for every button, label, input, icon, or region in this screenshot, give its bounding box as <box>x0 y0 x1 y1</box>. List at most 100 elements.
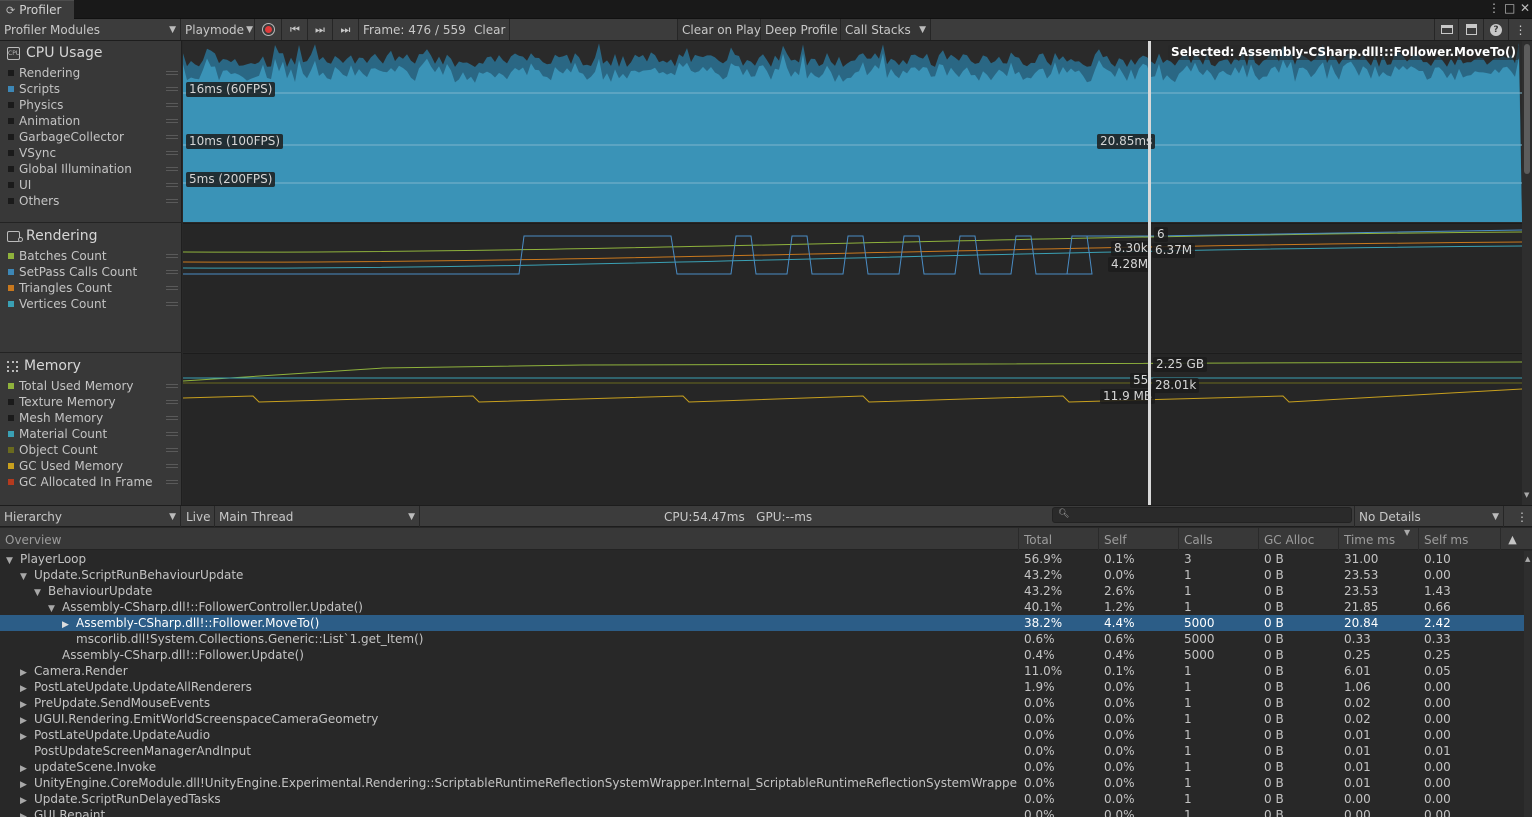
column-total[interactable]: Total <box>1018 528 1098 550</box>
table-row[interactable]: ▶ PostLateUpdate.UpdateAudio 0.0% 0.0% 1 0 B0… <box>0 727 1524 743</box>
table-row[interactable]: ▶ Camera.Render 11.0% 0.1% 1 0 B 6.01 0.05 <box>0 663 1524 679</box>
table-row[interactable]: ▶ UGUI.Rendering.EmitWorldScreenspaceCame… <box>0 711 1524 727</box>
drag-handle-icon[interactable] <box>166 254 178 258</box>
table-row[interactable]: mscorlib.dll!System.Collections.Generic:… <box>0 631 1524 647</box>
table-row[interactable]: ▼ BehaviourUpdate 43.2% 2.6% 1 0 B 23.53 1.43 <box>0 583 1524 599</box>
rendering-legend-item[interactable]: Triangles Count <box>0 280 182 296</box>
deep-profile-toggle[interactable]: Deep Profile <box>761 19 841 40</box>
cpu-legend-item[interactable]: Others <box>0 193 182 209</box>
scroll-down-icon[interactable]: ▼ <box>1524 491 1529 499</box>
drag-handle-icon[interactable] <box>166 183 178 187</box>
live-toggle[interactable]: Live <box>182 506 215 527</box>
profiler-window-tab[interactable]: ⟳ Profiler <box>0 0 74 19</box>
memory-module[interactable]: Memory Total Used Memory Texture Memory Me… <box>0 354 182 490</box>
charts-scrollbar-thumb[interactable] <box>1524 44 1530 174</box>
memory-legend-item[interactable]: Total Used Memory <box>0 378 182 394</box>
cpu-legend-item[interactable]: Scripts <box>0 81 182 97</box>
cpu-legend-item[interactable]: Physics <box>0 97 182 113</box>
maximize-icon[interactable]: □ <box>1504 1 1515 15</box>
cpu-legend-item[interactable]: Rendering <box>0 65 182 81</box>
table-row[interactable]: ▼ Assembly-CSharp.dll!::FollowerControlle… <box>0 599 1524 615</box>
table-row[interactable]: ▶ GUI.Repaint 0.0% 0.0% 1 0 B 0.00 0.00 <box>0 807 1524 817</box>
rendering-chart[interactable]: 6 8.30k 6.37M 4.28M <box>183 223 1522 352</box>
thread-dropdown[interactable]: Main Thread ▼ <box>215 506 420 527</box>
previous-frame-button[interactable]: ⏮ <box>283 19 308 40</box>
cpu-legend-item[interactable]: GarbageCollector <box>0 129 182 145</box>
more-options-icon[interactable]: ⋮ <box>1488 1 1500 15</box>
drag-handle-icon[interactable] <box>166 87 178 91</box>
drag-handle-icon[interactable] <box>166 464 178 468</box>
drag-handle-icon[interactable] <box>166 270 178 274</box>
drag-handle-icon[interactable] <box>166 71 178 75</box>
drag-handle-icon[interactable] <box>166 119 178 123</box>
memory-legend-item[interactable]: Material Count <box>0 426 182 442</box>
drag-handle-icon[interactable] <box>166 135 178 139</box>
current-frame-button[interactable]: ⏭ <box>333 19 359 40</box>
toolbar-menu-button[interactable]: ⋮ <box>1509 19 1532 40</box>
drag-handle-icon[interactable] <box>166 416 178 420</box>
table-row[interactable]: ▶ UnityEngine.CoreModule.dll!UnityEngine.… <box>0 775 1524 791</box>
memory-legend-item[interactable]: Object Count <box>0 442 182 458</box>
rendering-legend-item[interactable]: Vertices Count <box>0 296 182 312</box>
cpu-usage-module[interactable]: CPU CPU Usage Rendering Scripts Physics Ani… <box>0 41 182 209</box>
drag-handle-icon[interactable] <box>166 167 178 171</box>
table-row[interactable]: Assembly-CSharp.dll!::Follower.Update() 0… <box>0 647 1524 663</box>
rendering-header[interactable]: Rendering <box>0 224 182 248</box>
rendering-module[interactable]: Rendering Batches Count SetPass Calls Cou… <box>0 224 182 312</box>
drag-handle-icon[interactable] <box>166 480 178 484</box>
details-dropdown[interactable]: No Details ▼ <box>1354 506 1504 527</box>
drag-handle-icon[interactable] <box>166 448 178 452</box>
table-row[interactable]: ▶ updateScene.Invoke 0.0% 0.0% 1 0 B 0.01 0.00 <box>0 759 1524 775</box>
view-type-dropdown[interactable]: Hierarchy ▼ <box>0 506 181 527</box>
table-row[interactable]: PostUpdateScreenManagerAndInput 0.0% 0.0% 1… <box>0 743 1524 759</box>
details-menu-button[interactable]: ⋮ <box>1512 506 1532 527</box>
memory-legend-item[interactable]: GC Used Memory <box>0 458 182 474</box>
save-button[interactable] <box>1459 19 1484 40</box>
rendering-legend-item[interactable]: Batches Count <box>0 248 182 264</box>
table-row[interactable]: ▼ PlayerLoop 56.9% 0.1% 3 0 B 31.00 0.10 <box>0 551 1524 567</box>
drag-handle-icon[interactable] <box>166 286 178 290</box>
expand-arrow-icon[interactable]: ▶ <box>20 809 34 817</box>
column-overview[interactable]: Overview <box>0 528 1018 550</box>
cpu-legend-item[interactable]: VSync <box>0 145 182 161</box>
memory-header[interactable]: Memory <box>0 354 182 378</box>
table-row[interactable]: ▼ Update.ScriptRunBehaviourUpdate 43.2% 0.0… <box>0 567 1524 583</box>
record-button[interactable] <box>256 19 282 40</box>
selected-table-row[interactable]: ▶ Assembly-CSharp.dll!::Follower.MoveTo()… <box>0 615 1524 631</box>
hierarchy-scrollbar[interactable]: ▲ <box>1524 551 1532 817</box>
profiler-modules-dropdown[interactable]: Profiler Modules ▼ <box>0 19 181 40</box>
clear-button[interactable]: Clear <box>470 19 510 40</box>
search-input[interactable]: 🔍︎ <box>1052 507 1352 523</box>
drag-handle-icon[interactable] <box>166 384 178 388</box>
column-options-button[interactable]: ▲ <box>1500 528 1524 550</box>
memory-legend-item[interactable]: Mesh Memory <box>0 410 182 426</box>
drag-handle-icon[interactable] <box>166 103 178 107</box>
table-row[interactable]: ▶ PostLateUpdate.UpdateAllRenderers 1.9% 0.… <box>0 679 1524 695</box>
clear-on-play-toggle[interactable]: Clear on Play <box>677 19 761 40</box>
table-row[interactable]: ▶ PreUpdate.SendMouseEvents 0.0% 0.0% 1 0 B 0.… <box>0 695 1524 711</box>
table-row[interactable]: ▶ Update.ScriptRunDelayedTasks 0.0% 0.0% 1 0 … <box>0 791 1524 807</box>
column-self-ms[interactable]: Self ms <box>1418 528 1500 550</box>
column-calls[interactable]: Calls <box>1178 528 1258 550</box>
column-gc-alloc[interactable]: GC Alloc <box>1258 528 1338 550</box>
drag-handle-icon[interactable] <box>166 302 178 306</box>
cpu-legend-item[interactable]: UI <box>0 177 182 193</box>
close-icon[interactable]: ✕ <box>1520 1 1530 15</box>
call-stacks-dropdown[interactable]: Call Stacks ▼ <box>841 19 931 40</box>
rendering-legend-item[interactable]: SetPass Calls Count <box>0 264 182 280</box>
memory-legend-item[interactable]: Texture Memory <box>0 394 182 410</box>
drag-handle-icon[interactable] <box>166 151 178 155</box>
memory-legend-item[interactable]: GC Allocated In Frame <box>0 474 182 490</box>
next-frame-button[interactable]: ⏭ <box>308 19 333 40</box>
drag-handle-icon[interactable] <box>166 199 178 203</box>
frame-selection-line[interactable] <box>1148 41 1151 505</box>
cpu-legend-item[interactable]: Global Illumination <box>0 161 182 177</box>
drag-handle-icon[interactable] <box>166 400 178 404</box>
help-button[interactable]: ? <box>1484 19 1509 40</box>
scroll-up-icon[interactable]: ▲ <box>1525 555 1530 563</box>
load-button[interactable] <box>1434 19 1459 40</box>
cpu-legend-item[interactable]: Animation <box>0 113 182 129</box>
cpu-usage-header[interactable]: CPU CPU Usage <box>0 41 182 65</box>
memory-chart[interactable]: 2.25 GB 55 28.01k 11.9 MB <box>183 353 1522 505</box>
drag-handle-icon[interactable] <box>166 432 178 436</box>
